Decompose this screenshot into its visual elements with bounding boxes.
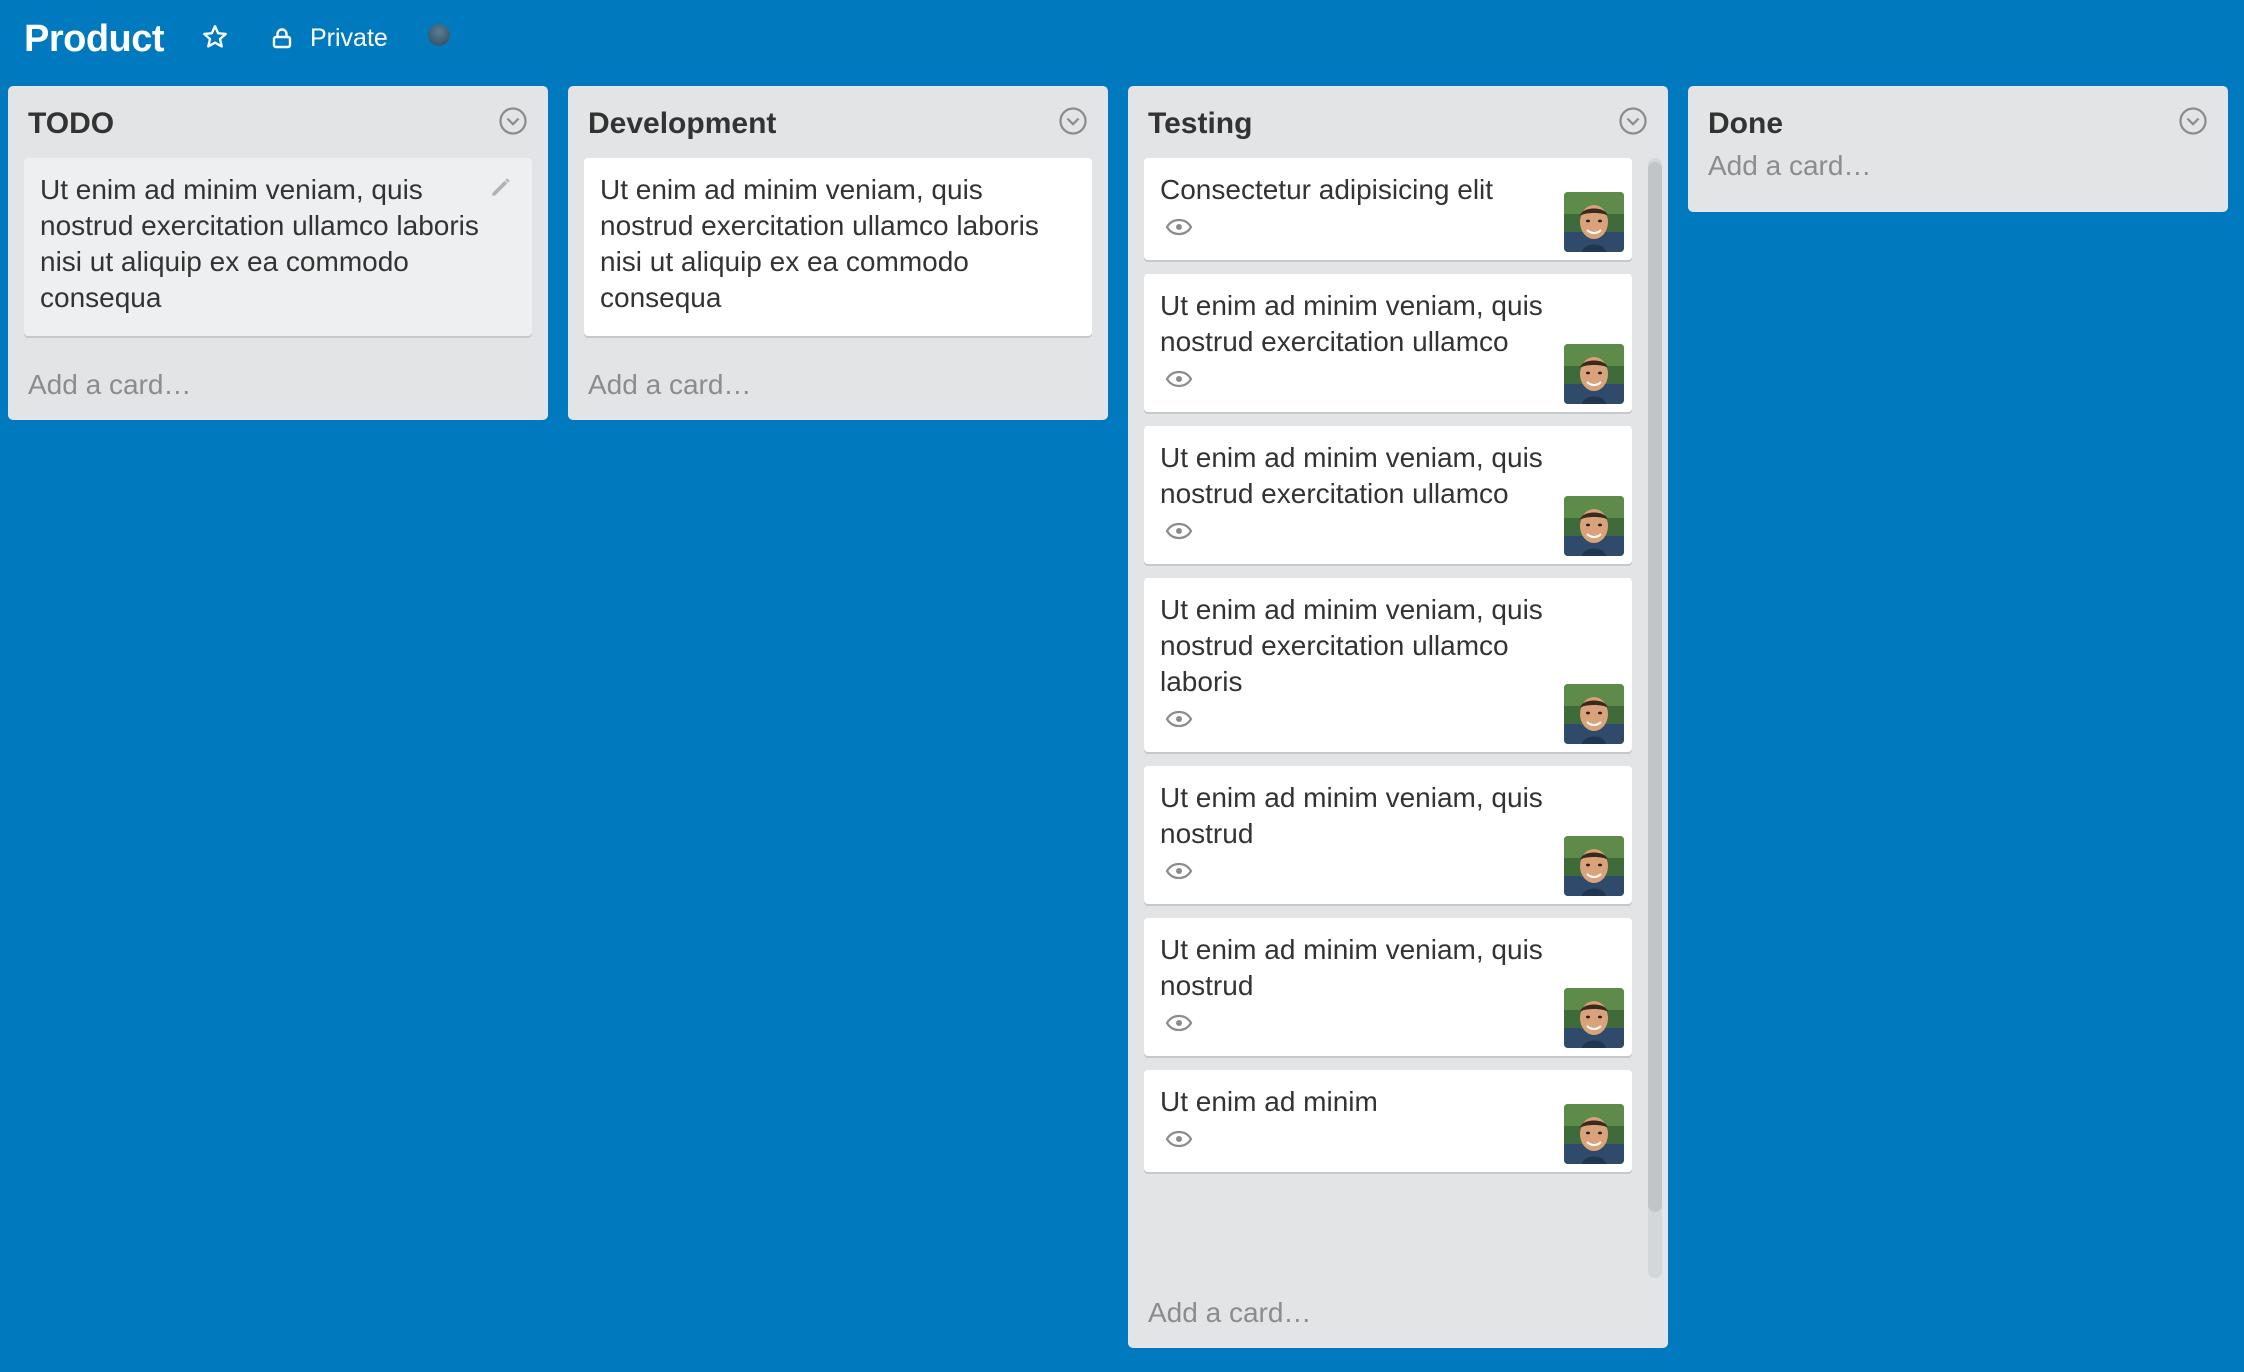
card-title: Consectetur adipisicing elit (1160, 174, 1494, 205)
list-header: Done (1688, 86, 2228, 150)
avatar[interactable] (1564, 496, 1624, 556)
chevron-down-circle-icon[interactable] (2178, 106, 2208, 136)
privacy-label: Private (310, 23, 388, 52)
eye-icon (1164, 520, 1194, 542)
board-title[interactable]: Product (24, 14, 165, 64)
list-card[interactable]: Ut enim ad minim veniam, quis nostrud ex… (1144, 274, 1632, 412)
card-list: Ut enim ad minim veniam, quis nostrud ex… (8, 158, 548, 336)
card-scroll-area: Consectetur adipisicing elit Ut enim ad … (1128, 158, 1668, 1278)
card-title: Ut enim ad minim veniam, quis nostrud (1160, 782, 1543, 849)
list-title[interactable]: TODO (28, 104, 114, 144)
list-todo: TODO Ut enim ad minim veniam, quis nostr… (8, 86, 548, 420)
avatar[interactable] (1564, 684, 1624, 744)
card-title: Ut enim ad minim (1160, 1086, 1378, 1117)
list-card[interactable]: Consectetur adipisicing elit (1144, 158, 1632, 260)
status-indicator (428, 24, 450, 46)
eye-icon (1164, 860, 1194, 882)
eye-icon (1164, 368, 1194, 390)
list-done: Done Add a card… (1688, 86, 2228, 212)
card-title: Ut enim ad minim veniam, quis nostrud ex… (1160, 594, 1543, 697)
list-card[interactable]: Ut enim ad minim veniam, quis nostrud ex… (584, 158, 1092, 336)
chevron-down-circle-icon[interactable] (1618, 106, 1648, 136)
list-card[interactable]: Ut enim ad minim veniam, quis nostrud ex… (1144, 426, 1632, 564)
list-title[interactable]: Testing (1148, 104, 1252, 144)
star-icon (203, 25, 227, 48)
list-card[interactable]: Ut enim ad minim veniam, quis nostrud ex… (1144, 578, 1632, 752)
list-card[interactable]: Ut enim ad minim veniam, quis nostrud (1144, 766, 1632, 904)
list-card[interactable]: Ut enim ad minim (1144, 1070, 1632, 1172)
list-development: Development Ut enim ad minim veniam, qui… (568, 86, 1108, 420)
list-card[interactable]: Ut enim ad minim veniam, quis nostrud ex… (24, 158, 532, 336)
avatar[interactable] (1564, 988, 1624, 1048)
eye-icon (1164, 1128, 1194, 1150)
board-header: Product Private (0, 0, 2244, 80)
card-title: Ut enim ad minim veniam, quis nostrud ex… (600, 174, 1039, 313)
star-button[interactable] (198, 20, 232, 54)
card-list: Consectetur adipisicing elit Ut enim ad … (1128, 158, 1668, 1172)
privacy-button[interactable]: Private (268, 18, 388, 58)
list-header: Testing (1128, 86, 1668, 158)
card-title: Ut enim ad minim veniam, quis nostrud ex… (1160, 442, 1543, 509)
card-title: Ut enim ad minim veniam, quis nostrud ex… (40, 174, 479, 313)
list-header: TODO (8, 86, 548, 158)
add-card-button[interactable]: Add a card… (1128, 1278, 1668, 1348)
eye-icon (1164, 708, 1194, 730)
add-card-button[interactable]: Add a card… (568, 350, 1108, 420)
avatar[interactable] (1564, 836, 1624, 896)
chevron-down-circle-icon[interactable] (1058, 106, 1088, 136)
eye-icon (1164, 216, 1194, 238)
eye-icon (1164, 1012, 1194, 1034)
card-title: Ut enim ad minim veniam, quis nostrud (1160, 934, 1543, 1001)
card-badges (1160, 700, 1616, 740)
add-card-button[interactable]: Add a card… (8, 350, 548, 420)
avatar[interactable] (1564, 344, 1624, 404)
card-badges (1160, 1004, 1616, 1044)
add-card-button[interactable]: Add a card… (1688, 150, 2228, 212)
card-badges (1160, 512, 1616, 552)
chevron-down-circle-icon[interactable] (498, 106, 528, 136)
list-title[interactable]: Done (1708, 104, 1783, 144)
card-badges (1160, 360, 1616, 400)
card-title: Ut enim ad minim veniam, quis nostrud ex… (1160, 290, 1543, 357)
card-badges (1160, 1120, 1616, 1160)
pencil-icon[interactable] (488, 174, 514, 200)
card-badges (1160, 208, 1616, 248)
list-title[interactable]: Development (588, 104, 776, 144)
card-list: Ut enim ad minim veniam, quis nostrud ex… (568, 158, 1108, 336)
lock-icon (268, 24, 296, 52)
list-card[interactable]: Ut enim ad minim veniam, quis nostrud (1144, 918, 1632, 1056)
avatar[interactable] (1564, 1104, 1624, 1164)
card-badges (1160, 852, 1616, 892)
list-header: Development (568, 86, 1108, 158)
avatar[interactable] (1564, 192, 1624, 252)
list-testing: Testing Consectetur adipisicing elit Ut … (1128, 86, 1668, 1348)
